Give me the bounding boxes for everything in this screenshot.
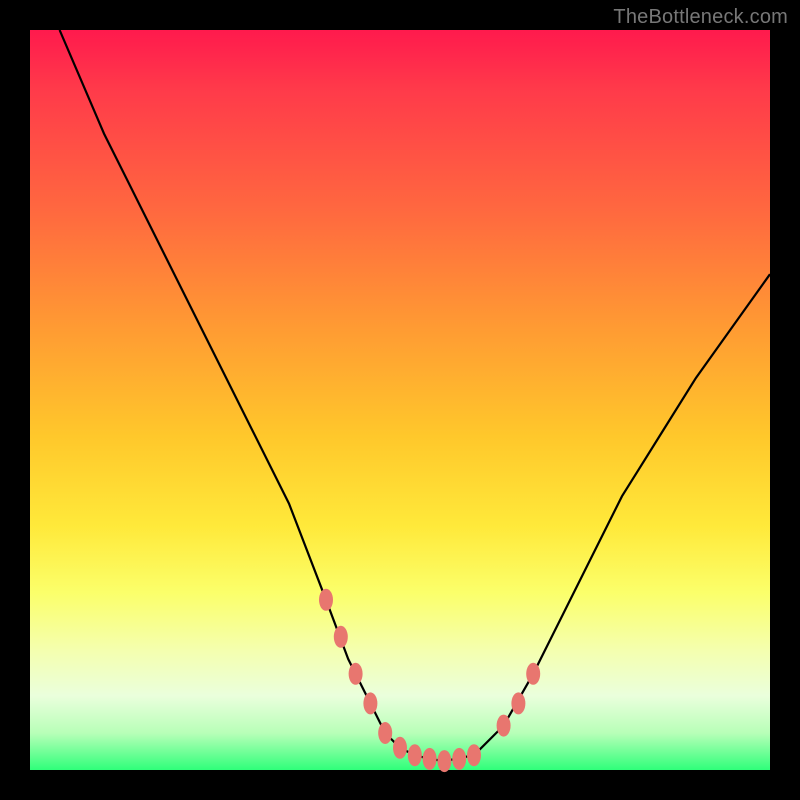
marker-dot: [467, 744, 481, 766]
marker-dot: [363, 692, 377, 714]
marker-dot: [526, 663, 540, 685]
marker-dot: [378, 722, 392, 744]
marker-dot: [497, 715, 511, 737]
marker-dot: [408, 744, 422, 766]
marker-dot: [452, 748, 466, 770]
highlight-markers: [319, 589, 540, 772]
marker-dot: [437, 750, 451, 772]
marker-dot: [319, 589, 333, 611]
watermark-text: TheBottleneck.com: [613, 6, 788, 29]
marker-dot: [393, 737, 407, 759]
gradient-plot-area: [30, 30, 770, 770]
marker-dot: [423, 748, 437, 770]
marker-dot: [511, 692, 525, 714]
chart-frame: TheBottleneck.com: [0, 0, 800, 800]
marker-dot: [349, 663, 363, 685]
bottleneck-curve: [60, 30, 770, 761]
curve-layer: [30, 30, 770, 770]
marker-dot: [334, 626, 348, 648]
